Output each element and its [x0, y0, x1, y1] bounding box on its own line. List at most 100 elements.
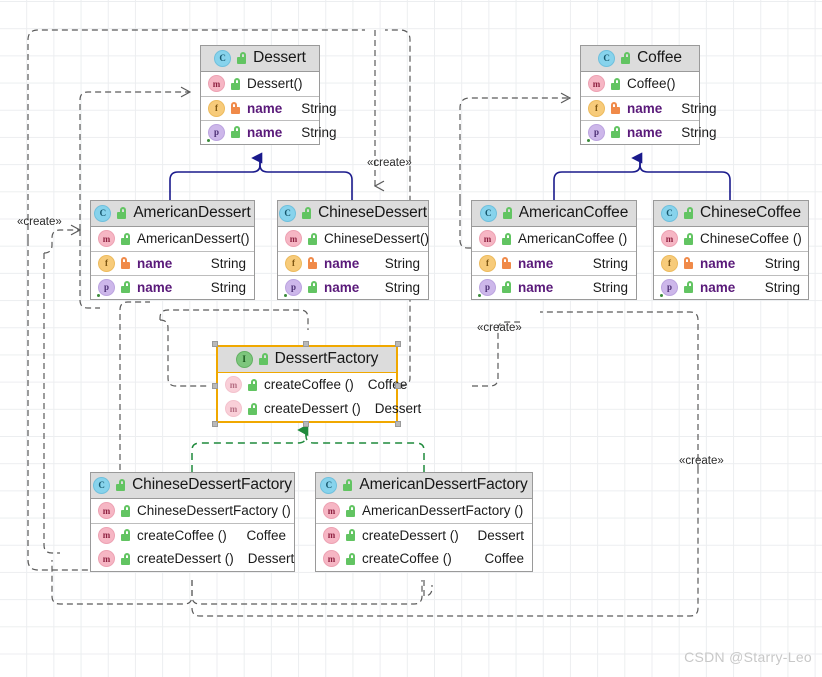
- member-row[interactable]: m createDessert () Dessert: [316, 523, 532, 547]
- public-visibility-icon: [247, 378, 258, 391]
- member-row[interactable]: f name String: [91, 251, 254, 275]
- member-row[interactable]: m ChineseDessertFactory (): [91, 499, 294, 523]
- method-icon: m: [98, 502, 115, 519]
- stereotype-create-mid: «create»: [477, 322, 522, 334]
- public-visibility-icon: [683, 207, 694, 219]
- member-name: name: [137, 255, 173, 271]
- property-icon: p: [207, 123, 225, 142]
- interface-name: DessertFactory: [274, 350, 379, 367]
- class-box-chinese-dessert-factory[interactable]: C ChineseDessertFactory m ChineseDessert…: [90, 472, 295, 572]
- method-icon: m: [588, 75, 605, 92]
- class-box-coffee[interactable]: C Coffee m Coffee() f name String p name…: [580, 45, 717, 145]
- member-type: String: [210, 279, 246, 295]
- public-visibility-icon: [301, 207, 312, 219]
- member-row[interactable]: m Coffee(): [581, 72, 699, 96]
- method-icon: m: [323, 550, 340, 567]
- member-type: String: [681, 100, 717, 116]
- member-row[interactable]: m AmericanDessert(): [91, 227, 254, 251]
- selection-handle-nw[interactable]: [212, 341, 218, 347]
- selection-handle-w[interactable]: [212, 383, 218, 389]
- public-visibility-icon: [307, 281, 318, 293]
- class-box-chinese-coffee[interactable]: C ChineseCoffee m ChineseCoffee () f nam…: [653, 200, 809, 300]
- member-row[interactable]: p name String: [472, 275, 636, 299]
- class-header-chinese-dessert-factory: C ChineseDessertFactory: [91, 473, 294, 499]
- selection-handle-e[interactable]: [395, 383, 401, 389]
- member-row[interactable]: m Dessert(): [201, 72, 319, 96]
- member-name: createCoffee (): [137, 527, 227, 543]
- class-box-chinese-dessert[interactable]: C ChineseDessert m ChineseDessert() f na…: [277, 200, 429, 300]
- method-icon: m: [479, 230, 496, 247]
- generalization-edges: [169, 152, 731, 200]
- public-visibility-icon: [120, 504, 131, 517]
- member-row[interactable]: m createCoffee () Coffee: [316, 547, 532, 571]
- member-name: name: [247, 100, 283, 116]
- member-row[interactable]: p name String: [654, 275, 808, 299]
- member-name: name: [627, 124, 663, 140]
- class-icon: C: [320, 476, 338, 494]
- member-row[interactable]: p name String: [91, 275, 254, 299]
- class-icon: C: [279, 204, 297, 222]
- property-icon: p: [97, 278, 115, 297]
- member-row[interactable]: m AmericanDessertFactory (): [316, 499, 532, 523]
- member-name: name: [627, 100, 663, 116]
- member-name: Dessert(): [247, 76, 303, 91]
- member-type: String: [764, 279, 800, 295]
- member-row[interactable]: m ChineseDessert(): [278, 227, 429, 251]
- member-row[interactable]: m createCoffee () Coffee: [218, 373, 407, 397]
- member-row[interactable]: p name String: [278, 275, 428, 299]
- member-row[interactable]: p name String: [201, 120, 337, 144]
- member-row[interactable]: m createCoffee () Coffee: [91, 523, 294, 547]
- class-header-chinese-dessert: C ChineseDessert: [278, 201, 428, 227]
- selection-handle-n[interactable]: [303, 341, 309, 347]
- interface-box-dessert-factory[interactable]: I DessertFactory m createCoffee () Coffe…: [216, 345, 421, 423]
- member-row[interactable]: f name String: [472, 251, 636, 275]
- member-row[interactable]: f name String: [654, 251, 808, 275]
- class-box-american-coffee[interactable]: C AmericanCoffee m AmericanCoffee () f n…: [471, 200, 637, 300]
- member-row[interactable]: m ChineseCoffee (): [654, 227, 808, 251]
- public-visibility-icon: [120, 552, 131, 565]
- selection-handle-s[interactable]: [303, 421, 309, 427]
- member-type: Dessert: [374, 401, 422, 416]
- member-type: String: [210, 255, 246, 271]
- public-visibility-icon: [610, 77, 621, 90]
- class-header-dessert: C Dessert: [201, 46, 319, 72]
- public-visibility-icon: [236, 52, 247, 64]
- member-type: String: [592, 255, 628, 271]
- private-visibility-icon: [501, 257, 512, 269]
- method-icon: m: [98, 230, 115, 247]
- private-visibility-icon: [610, 102, 621, 114]
- public-visibility-icon: [307, 232, 318, 245]
- member-row[interactable]: f name String: [278, 251, 428, 275]
- class-box-american-dessert-factory[interactable]: C AmericanDessertFactory m AmericanDesse…: [315, 472, 533, 572]
- member-type: String: [301, 124, 337, 140]
- member-name: createDessert (): [264, 401, 361, 416]
- selection-handle-se[interactable]: [395, 421, 401, 427]
- class-box-dessert[interactable]: C Dessert m Dessert() f name String p na…: [200, 45, 337, 145]
- public-visibility-icon: [120, 232, 131, 245]
- method-icon: m: [323, 502, 340, 519]
- class-box-american-dessert[interactable]: C AmericanDessert m AmericanDessert() f …: [90, 200, 255, 300]
- class-icon: C: [598, 49, 616, 67]
- member-type: Coffee: [484, 551, 524, 566]
- public-visibility-icon: [620, 52, 631, 64]
- class-name: AmericanCoffee: [518, 204, 629, 221]
- member-row[interactable]: f name String: [581, 96, 717, 120]
- member-type: String: [301, 100, 337, 116]
- selection-handle-ne[interactable]: [395, 341, 401, 347]
- member-name: name: [324, 279, 360, 295]
- member-row[interactable]: m createDessert () Dessert: [218, 397, 421, 421]
- member-row[interactable]: m createDessert () Dessert: [91, 547, 294, 571]
- member-row[interactable]: m AmericanCoffee (): [472, 227, 636, 251]
- method-icon: m: [225, 400, 242, 417]
- member-name: name: [518, 279, 554, 295]
- selection-handle-sw[interactable]: [212, 421, 218, 427]
- field-icon: f: [479, 254, 496, 272]
- member-row[interactable]: p name String: [581, 120, 717, 144]
- diagram-canvas[interactable]: Dessert (vertical dashed from top, arrow…: [0, 0, 822, 677]
- property-icon: p: [478, 278, 496, 297]
- public-visibility-icon: [120, 529, 131, 541]
- public-visibility-icon: [230, 77, 241, 90]
- member-name: AmericanCoffee (): [518, 231, 628, 246]
- public-visibility-icon: [683, 232, 694, 245]
- member-row[interactable]: f name String: [201, 96, 337, 120]
